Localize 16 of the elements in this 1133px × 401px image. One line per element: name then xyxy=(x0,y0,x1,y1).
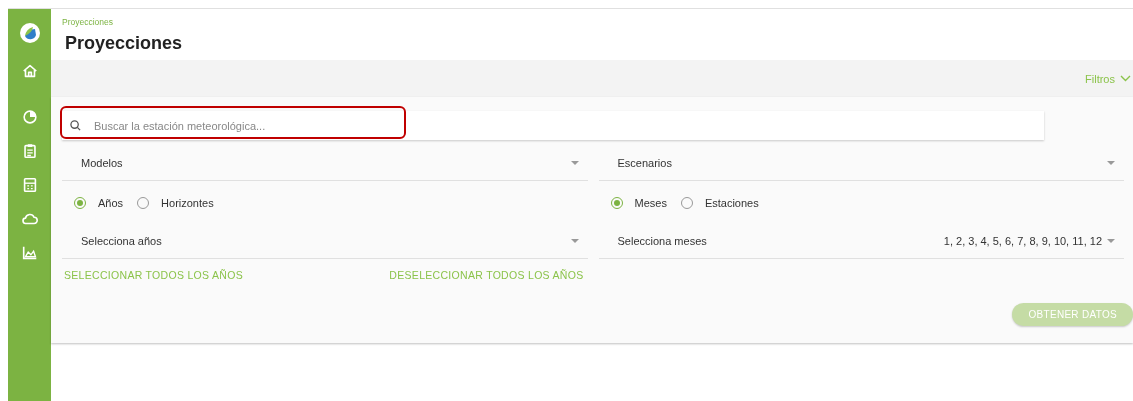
models-dropdown[interactable]: Modelos xyxy=(62,146,588,181)
dropdown-caret-icon xyxy=(1106,238,1116,244)
multi-select[interactable]: Selecciona años xyxy=(62,224,588,259)
dropdown-caret-icon xyxy=(569,238,580,244)
radio-option[interactable]: Meses xyxy=(610,196,667,209)
radio-option[interactable]: Estaciones xyxy=(680,196,759,209)
scenarios-dropdown[interactable]: Escenarios xyxy=(598,146,1124,181)
multi-select[interactable]: Selecciona meses 1, 2, 3, 4, 5, 6, 7, 8, 9, 10, 11, 12 xyxy=(598,224,1124,259)
radio-option[interactable]: Horizontes xyxy=(137,196,214,209)
search-field[interactable]: Buscar la estación meteorológica... xyxy=(62,111,1044,140)
chevron-icon xyxy=(1120,75,1131,82)
leaf-logo-icon xyxy=(19,23,40,43)
dropdown-caret-icon xyxy=(1106,160,1116,166)
radio-option[interactable]: Años xyxy=(74,196,124,209)
dropdown-caret-icon xyxy=(569,160,580,166)
page-title: Proyecciones xyxy=(65,33,184,54)
